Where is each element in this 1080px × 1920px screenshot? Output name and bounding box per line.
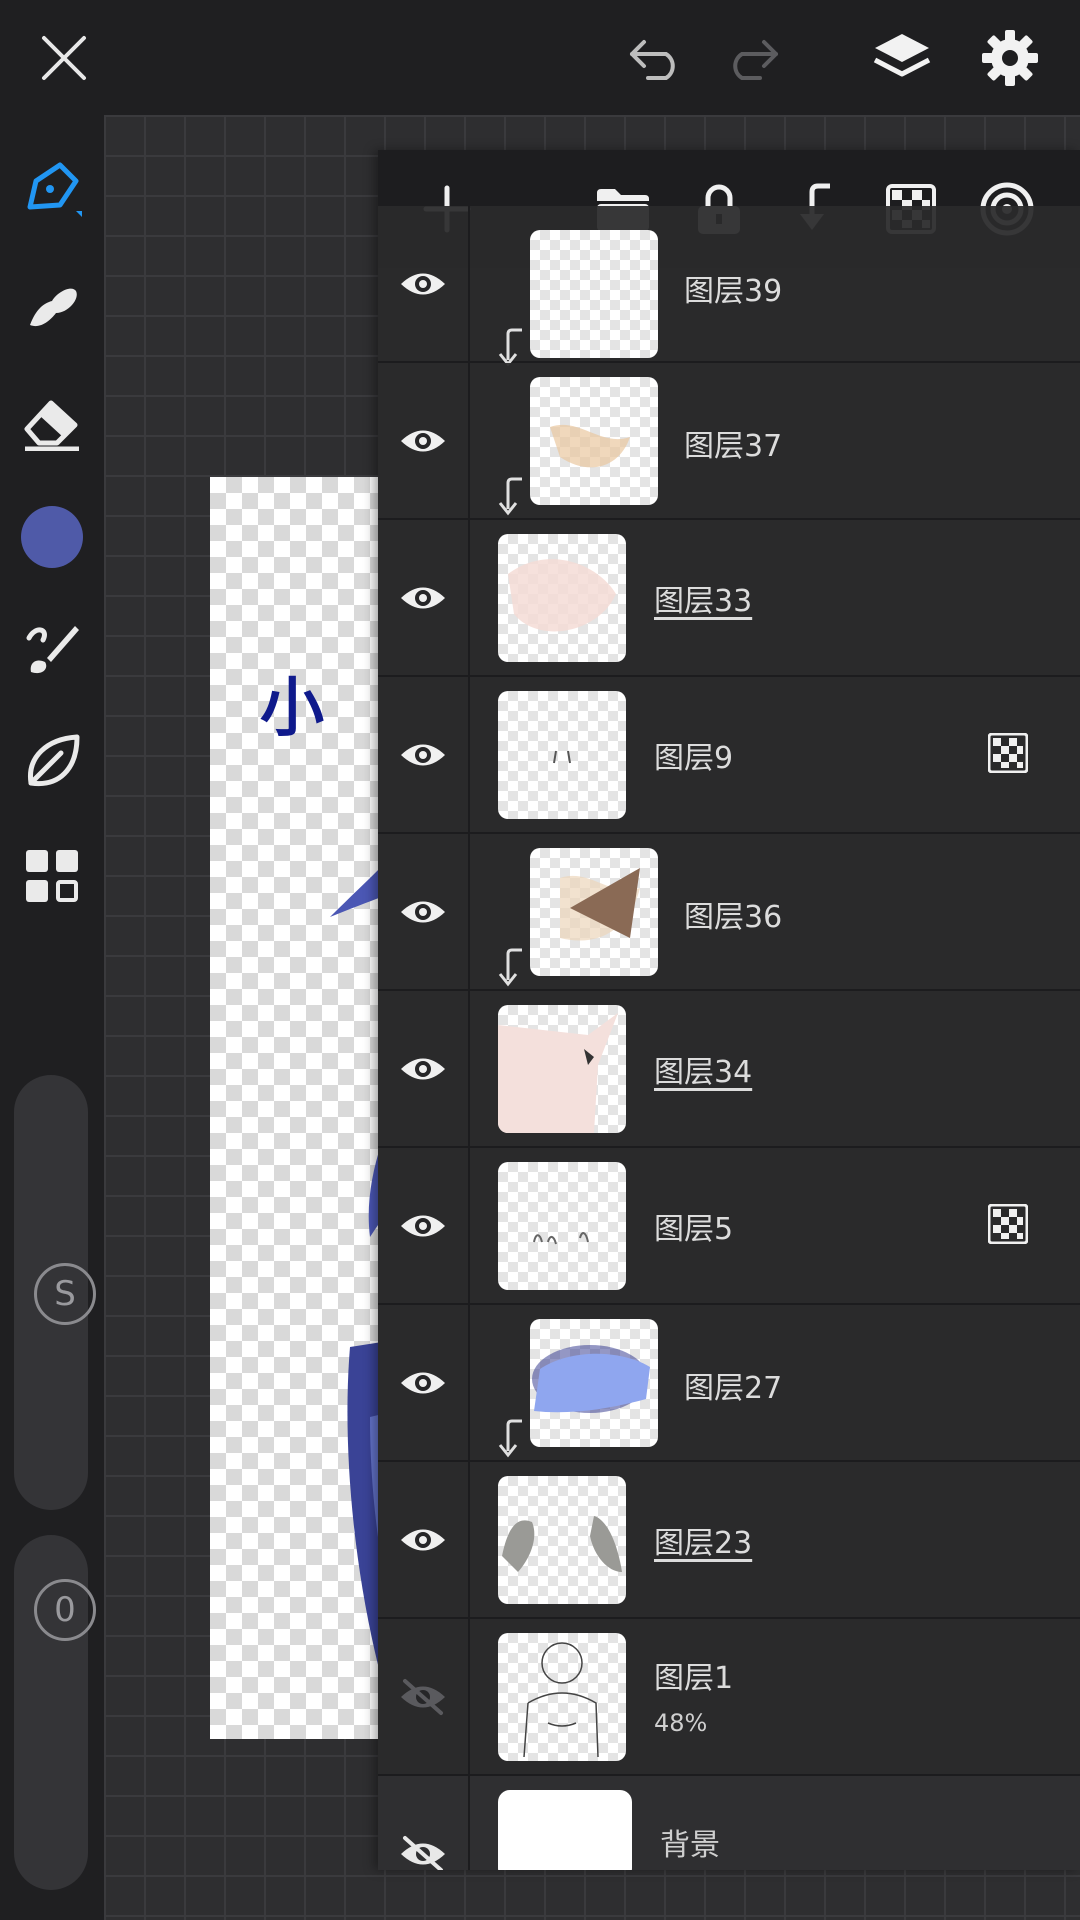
layer-name: 图层23 — [654, 1526, 753, 1561]
clip-arrow-icon — [498, 1419, 522, 1458]
eye-icon[interactable] — [378, 677, 470, 832]
opacity-handle[interactable]: 0 — [34, 1579, 96, 1641]
layer-thumbnail — [498, 1476, 626, 1604]
layer-thumbnail — [498, 534, 626, 662]
top-bar — [0, 0, 1080, 115]
layer-name: 图层33 — [654, 584, 753, 619]
layer-name: 背景 — [660, 1828, 720, 1863]
layer-row[interactable]: 图层9 — [378, 677, 1080, 834]
layer-row[interactable]: 图层5 — [378, 1148, 1080, 1305]
eraser-icon[interactable] — [18, 389, 86, 457]
layer-row[interactable]: 图层37 — [378, 363, 1080, 520]
layer-thumbnail — [530, 848, 658, 976]
color-swatch[interactable] — [18, 503, 86, 571]
grid-icon[interactable] — [18, 842, 86, 910]
undo-icon[interactable] — [620, 22, 692, 94]
brush-size-value: S — [54, 1274, 76, 1314]
background-thumbnail — [498, 1790, 632, 1870]
layer-row[interactable]: 背景 — [378, 1776, 1080, 1870]
layer-name: 图层5 — [654, 1212, 734, 1247]
layer-row[interactable]: 图层27 — [378, 1305, 1080, 1462]
opacity-value: 0 — [54, 1590, 76, 1630]
layer-name: 图层39 — [684, 274, 783, 309]
layer-thumbnail — [530, 230, 658, 358]
layer-thumbnail — [530, 1319, 658, 1447]
leaf-icon[interactable] — [18, 728, 86, 796]
layer-thumbnail — [530, 377, 658, 505]
layer-thumbnail — [498, 1005, 626, 1133]
layer-thumbnail — [498, 1162, 626, 1290]
pen-icon[interactable] — [18, 155, 86, 223]
layer-thumbnail — [498, 1633, 626, 1761]
layer-row[interactable]: 图层23 — [378, 1462, 1080, 1619]
layers-icon[interactable] — [866, 22, 938, 94]
close-icon[interactable] — [28, 22, 100, 94]
clip-arrow-icon — [498, 948, 522, 987]
gear-icon[interactable] — [974, 22, 1046, 94]
layer-name: 图层37 — [684, 429, 783, 464]
clip-arrow-icon — [498, 328, 522, 367]
eye-icon[interactable] — [378, 206, 470, 361]
layer-row[interactable]: 图层1 48% — [378, 1619, 1080, 1776]
eye-icon[interactable] — [378, 1462, 470, 1617]
layers-panel: 图层39 图层37 图层33 图层9 图层36 图层34 图层5 图层27 图层… — [378, 150, 1080, 1870]
layer-row[interactable]: 图层34 — [378, 991, 1080, 1148]
eye-icon[interactable] — [378, 1305, 470, 1460]
alpha-lock-icon[interactable] — [988, 1204, 1028, 1244]
layer-name: 图层1 — [654, 1661, 734, 1696]
layer-name: 图层9 — [654, 741, 734, 776]
layer-name: 图层27 — [684, 1371, 783, 1406]
brush-size-handle[interactable]: S — [34, 1263, 96, 1325]
layer-row[interactable]: 图层39 — [378, 206, 1080, 367]
smudge-icon[interactable] — [18, 273, 86, 341]
eye-hidden-icon[interactable] — [378, 1776, 470, 1870]
eye-icon[interactable] — [378, 520, 470, 675]
opacity-slider[interactable]: 0 — [14, 1535, 96, 1890]
left-toolbar: S 0 — [0, 115, 104, 1920]
brush-icon[interactable] — [18, 615, 86, 683]
alpha-lock-icon[interactable] — [988, 733, 1028, 773]
layer-list[interactable]: 图层39 图层37 图层33 图层9 图层36 图层34 图层5 图层27 图层… — [378, 206, 1080, 1870]
clip-arrow-icon — [498, 477, 522, 516]
redo-icon[interactable] — [716, 22, 788, 94]
layer-thumbnail — [498, 691, 626, 819]
eye-icon[interactable] — [378, 834, 470, 989]
layer-row[interactable]: 图层33 — [378, 520, 1080, 677]
layer-row[interactable]: 图层36 — [378, 834, 1080, 991]
layer-name: 图层34 — [654, 1055, 753, 1090]
brush-size-slider[interactable]: S — [14, 1075, 96, 1510]
eye-icon[interactable] — [378, 363, 470, 518]
eye-hidden-icon[interactable] — [378, 1619, 470, 1774]
layer-name: 图层36 — [684, 900, 783, 935]
layer-opacity: 48% — [654, 1709, 708, 1737]
eye-icon[interactable] — [378, 1148, 470, 1303]
eye-icon[interactable] — [378, 991, 470, 1146]
